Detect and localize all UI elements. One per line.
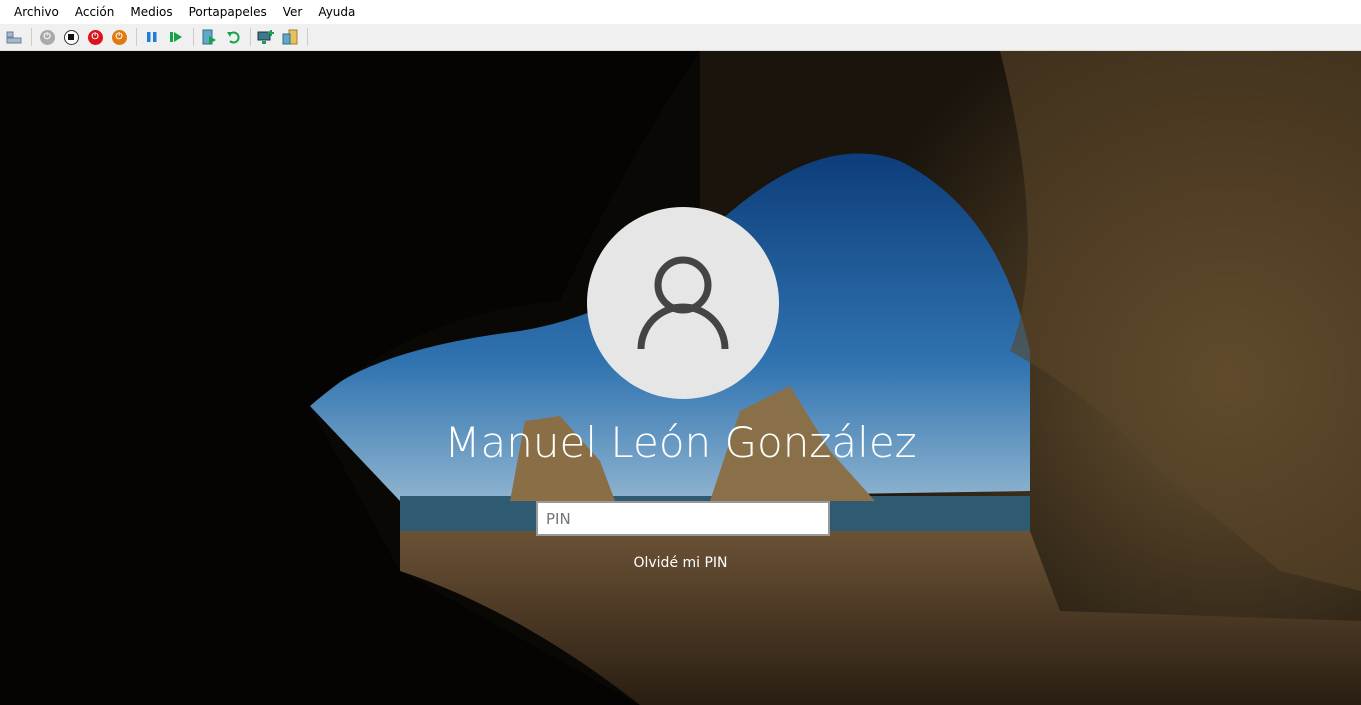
user-avatar — [587, 207, 779, 399]
shutdown-icon[interactable]: ⏻ — [84, 26, 106, 48]
user-name: Manuel León González — [444, 418, 917, 467]
enhanced-session-icon[interactable] — [255, 26, 277, 48]
pin-input[interactable] — [536, 501, 830, 536]
separator — [136, 28, 137, 46]
separator — [31, 28, 32, 46]
reset-icon[interactable] — [165, 26, 187, 48]
menu-archivo[interactable]: Archivo — [6, 0, 67, 24]
separator — [307, 28, 308, 46]
ctrl-alt-del-icon[interactable] — [3, 26, 25, 48]
turn-off-icon[interactable] — [60, 26, 82, 48]
menu-portapapeles[interactable]: Portapapeles — [181, 0, 275, 24]
menu-medios[interactable]: Medios — [122, 0, 180, 24]
menu-accion[interactable]: Acción — [67, 0, 122, 24]
checkpoint-icon[interactable] — [198, 26, 220, 48]
pause-icon[interactable] — [141, 26, 163, 48]
separator — [250, 28, 251, 46]
menu-bar: Archivo Acción Medios Portapapeles Ver A… — [0, 0, 1361, 24]
separator — [193, 28, 194, 46]
start-icon[interactable]: ⏻ — [36, 26, 58, 48]
menu-ayuda[interactable]: Ayuda — [310, 0, 363, 24]
revert-icon[interactable] — [222, 26, 244, 48]
toolbar: ⏻ ⏻ ⏻ — [0, 24, 1361, 51]
menu-ver[interactable]: Ver — [275, 0, 311, 24]
forgot-pin-link[interactable]: Olvidé mi PIN — [0, 555, 1361, 571]
share-icon[interactable] — [279, 26, 301, 48]
save-icon[interactable]: ⏻ — [108, 26, 130, 48]
vm-screen[interactable]: Manuel León González Olvidé mi PIN — [0, 51, 1361, 705]
user-icon — [637, 256, 729, 350]
